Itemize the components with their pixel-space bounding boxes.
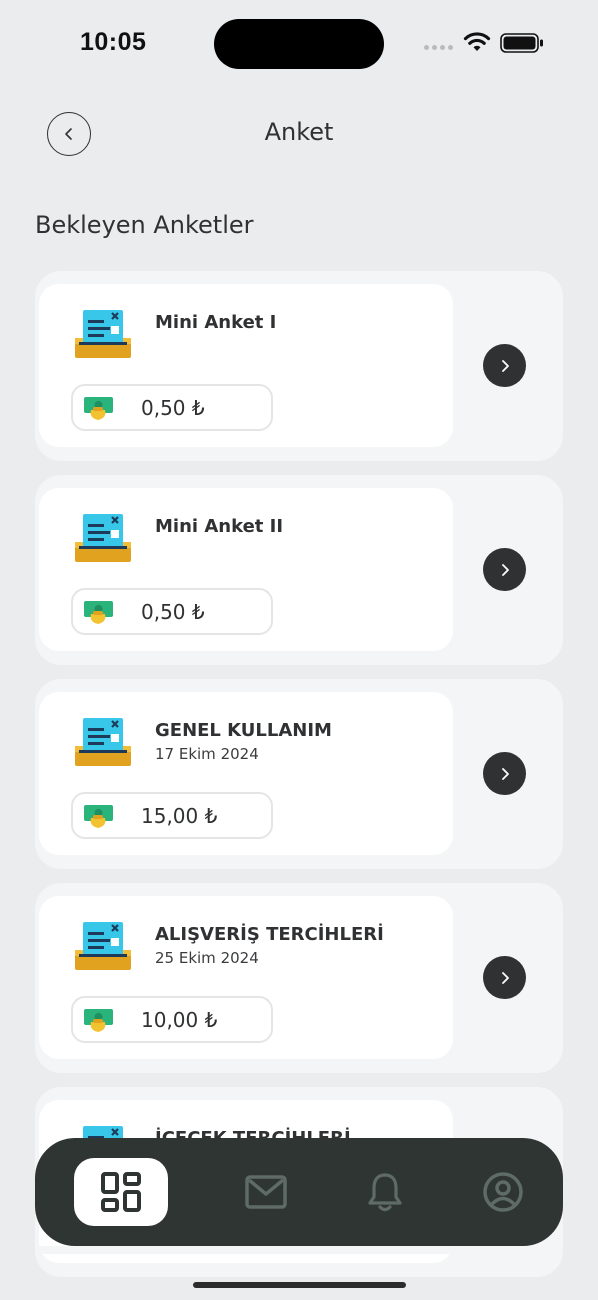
status-time: 10:05 — [80, 28, 147, 56]
chevron-right-icon — [501, 767, 509, 780]
survey-title: ALIŞVERİŞ TERCİHLERİ — [155, 924, 384, 945]
tab-messages[interactable] — [219, 1158, 313, 1226]
open-survey-button[interactable] — [483, 344, 526, 387]
bell-icon — [368, 1173, 402, 1212]
survey-card[interactable]: GENEL KULLANIM 17 Ekim 2024 15,00 ₺ — [35, 679, 563, 869]
chevron-right-icon — [501, 971, 509, 984]
ballot-box-icon — [75, 922, 131, 970]
tab-notifications[interactable] — [338, 1158, 432, 1226]
cellular-signal-icon — [424, 45, 453, 50]
tab-surveys[interactable] — [74, 1158, 168, 1226]
status-bar: 10:05 — [0, 0, 598, 90]
chevron-right-icon — [501, 359, 509, 372]
reward-amount: 15,00 ₺ — [141, 804, 218, 828]
wifi-icon — [463, 32, 491, 51]
dynamic-island — [214, 19, 384, 69]
ballot-box-icon — [75, 310, 131, 358]
survey-date: 25 Ekim 2024 — [155, 949, 259, 967]
list-bottom-edge — [35, 1246, 563, 1254]
bottom-tab-bar — [35, 1138, 563, 1246]
tab-profile[interactable] — [456, 1158, 550, 1226]
reward-amount: 0,50 ₺ — [141, 396, 205, 420]
reward-pill: 0,50 ₺ — [71, 588, 273, 635]
page-title: Anket — [264, 118, 334, 146]
grid-icon — [101, 1172, 141, 1212]
survey-card-body: ALIŞVERİŞ TERCİHLERİ 25 Ekim 2024 10,00 … — [39, 896, 453, 1059]
survey-card[interactable]: Mini Anket II 0,50 ₺ — [35, 475, 563, 665]
survey-title: Mini Anket II — [155, 516, 284, 537]
survey-title: GENEL KULLANIM — [155, 720, 332, 741]
ballot-box-icon — [75, 514, 131, 562]
section-title: Bekleyen Anketler — [35, 211, 254, 239]
open-survey-button[interactable] — [483, 752, 526, 795]
survey-date: 17 Ekim 2024 — [155, 745, 259, 763]
money-bag-icon — [84, 1009, 113, 1032]
ballot-box-icon — [75, 718, 131, 766]
money-bag-icon — [84, 601, 113, 624]
profile-icon — [483, 1172, 523, 1212]
battery-icon — [500, 33, 543, 53]
survey-title: Mini Anket I — [155, 312, 277, 333]
money-bag-icon — [84, 397, 113, 420]
mail-icon — [245, 1175, 287, 1209]
survey-card-body: Mini Anket I 0,50 ₺ — [39, 284, 453, 447]
survey-card-body: GENEL KULLANIM 17 Ekim 2024 15,00 ₺ — [39, 692, 453, 855]
survey-card[interactable]: ALIŞVERİŞ TERCİHLERİ 25 Ekim 2024 10,00 … — [35, 883, 563, 1073]
reward-pill: 15,00 ₺ — [71, 792, 273, 839]
survey-card-body: Mini Anket II 0,50 ₺ — [39, 488, 453, 651]
chevron-right-icon — [501, 563, 509, 576]
open-survey-button[interactable] — [483, 956, 526, 999]
reward-amount: 0,50 ₺ — [141, 600, 205, 624]
open-survey-button[interactable] — [483, 548, 526, 591]
reward-pill: 10,00 ₺ — [71, 996, 273, 1043]
money-bag-icon — [84, 805, 113, 828]
reward-pill: 0,50 ₺ — [71, 384, 273, 431]
survey-card[interactable]: Mini Anket I 0,50 ₺ — [35, 271, 563, 461]
reward-amount: 10,00 ₺ — [141, 1008, 218, 1032]
home-indicator — [193, 1282, 406, 1288]
